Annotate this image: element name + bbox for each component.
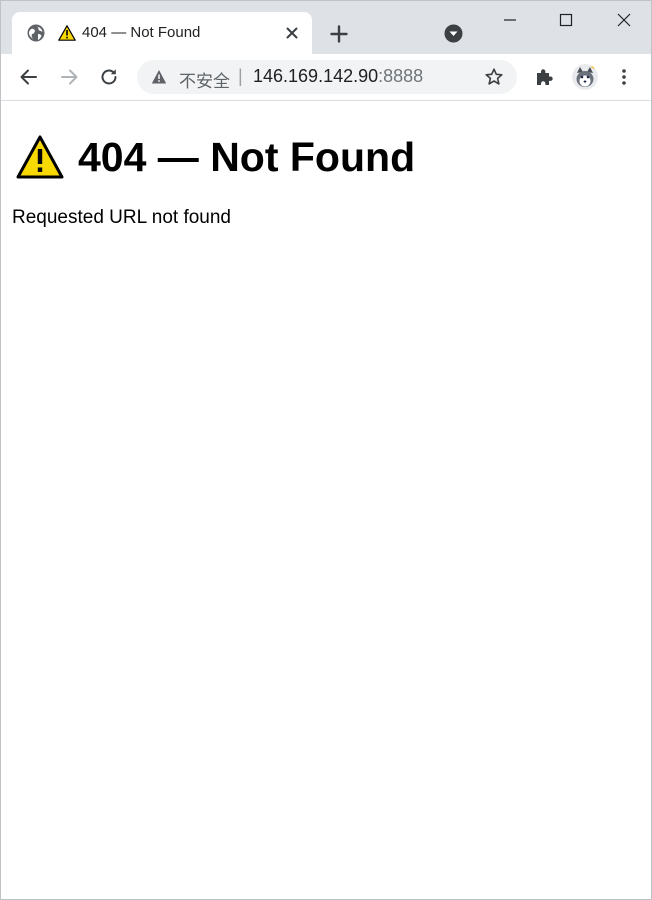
new-tab-plus-icon[interactable] [327,22,351,46]
tab-strip: 404 — Not Found [1,1,651,54]
browser-window: 404 — Not Found 不安全 | 146.169.142.90:888… [0,0,652,900]
tab-active[interactable]: 404 — Not Found [12,12,312,54]
avatar[interactable] [572,64,598,90]
url-port: :8888 [378,66,424,86]
browser-toolbar: 不安全 | 146.169.142.90:8888 [1,54,651,101]
tab-title: 404 — Not Found [82,24,201,41]
window-close-icon[interactable] [613,9,635,31]
warning-icon [16,134,64,180]
address-bar[interactable]: 不安全 | 146.169.142.90:8888 [137,60,517,94]
back-arrow-icon[interactable] [16,64,42,90]
puzzle-icon[interactable] [533,66,555,88]
minimize-icon[interactable] [499,9,521,31]
tab-close-icon[interactable] [283,24,301,42]
maximize-icon[interactable] [555,9,577,31]
page-content: 404 — Not Found Requested URL not found [1,101,651,899]
security-separator: | [238,66,243,86]
warning-icon [58,25,76,41]
url-text[interactable]: 146.169.142.90:8888 [253,66,423,87]
star-icon[interactable] [484,67,504,87]
reload-icon[interactable] [96,64,122,90]
tab-search-dropdown-icon[interactable] [443,23,464,44]
security-label[interactable]: 不安全 [179,67,230,92]
warning-icon[interactable] [151,69,167,85]
more-vert-icon[interactable] [614,67,634,87]
error-message: Requested URL not found [12,207,232,228]
url-host: 146.169.142.90 [253,66,379,86]
forward-arrow-icon[interactable] [56,64,82,90]
page-title: 404 — Not Found [78,134,416,180]
globe-icon [26,23,46,43]
